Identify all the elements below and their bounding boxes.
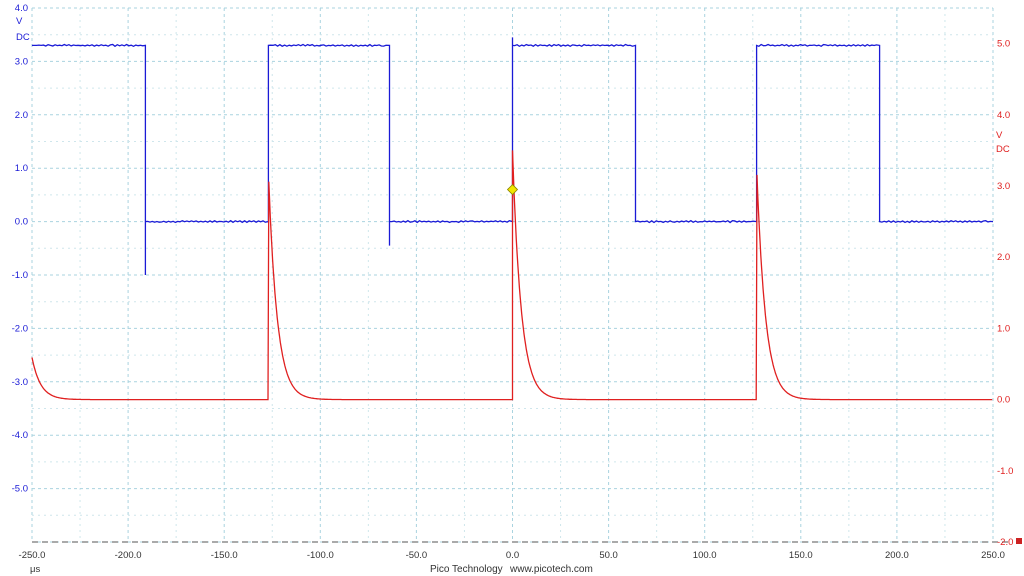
x-tick-label: -100.0: [307, 550, 334, 561]
right-axis-unit: V: [996, 130, 1003, 141]
x-tick-label: -200.0: [115, 550, 142, 561]
x-tick-label: -150.0: [211, 550, 238, 561]
x-tick-label: 200.0: [885, 550, 909, 561]
left-tick-label: 3.0: [15, 56, 28, 67]
right-tick-label: 2.0: [997, 252, 1010, 263]
right-tick-label: 0.0: [997, 395, 1010, 406]
left-tick-label: 4.0: [15, 3, 28, 14]
footer-url[interactable]: www.picotech.com: [509, 564, 593, 575]
right-axis-coupling: DC: [996, 144, 1010, 155]
left-tick-label: 1.0: [15, 163, 28, 174]
left-tick-label: 0.0: [15, 217, 28, 228]
oscilloscope-chart: V DC 4.0 3.0 2.0 1.0 0.0 -1.0 -2.0 -3.0 -4.0 -5.0…: [12, 3, 1022, 575]
left-tick-label: -1.0: [12, 270, 28, 281]
x-tick-label: 250.0: [981, 550, 1005, 561]
left-axis-unit: V: [16, 16, 23, 27]
footer-brand: Pico Technology: [430, 564, 503, 575]
right-y-axis: V DC 5.0 4.0 3.0 2.0 1.0 0.0 -1.0 -2.0: [996, 39, 1022, 548]
left-tick-label: -5.0: [12, 484, 28, 495]
left-y-axis: V DC 4.0 3.0 2.0 1.0 0.0 -1.0 -2.0 -3.0 -4.0 -5.0: [12, 3, 30, 495]
right-tick-label: 1.0: [997, 323, 1010, 334]
left-tick-label: -3.0: [12, 377, 28, 388]
left-tick-label: -4.0: [12, 430, 28, 441]
right-tick-label: -2.0: [997, 537, 1013, 548]
right-tick-label: -1.0: [997, 466, 1013, 477]
right-tick-label: 3.0: [997, 181, 1010, 192]
right-axis-end-marker: [1016, 538, 1022, 544]
left-tick-label: -2.0: [12, 323, 28, 334]
markers: [506, 183, 519, 196]
x-tick-label: 50.0: [599, 550, 618, 561]
x-tick-label: 100.0: [693, 550, 717, 561]
left-axis-coupling: DC: [16, 32, 30, 43]
trigger-marker: [506, 183, 519, 196]
x-axis-unit: μs: [30, 564, 40, 575]
right-tick-label: 5.0: [997, 39, 1010, 50]
x-tick-label: 150.0: [789, 550, 813, 561]
grid: [31, 7, 1010, 543]
x-tick-label: -250.0: [19, 550, 46, 561]
left-tick-label: 2.0: [15, 110, 28, 121]
right-tick-label: 4.0: [997, 110, 1010, 121]
x-tick-label: 0.0: [506, 550, 519, 561]
x-tick-label: -50.0: [406, 550, 428, 561]
